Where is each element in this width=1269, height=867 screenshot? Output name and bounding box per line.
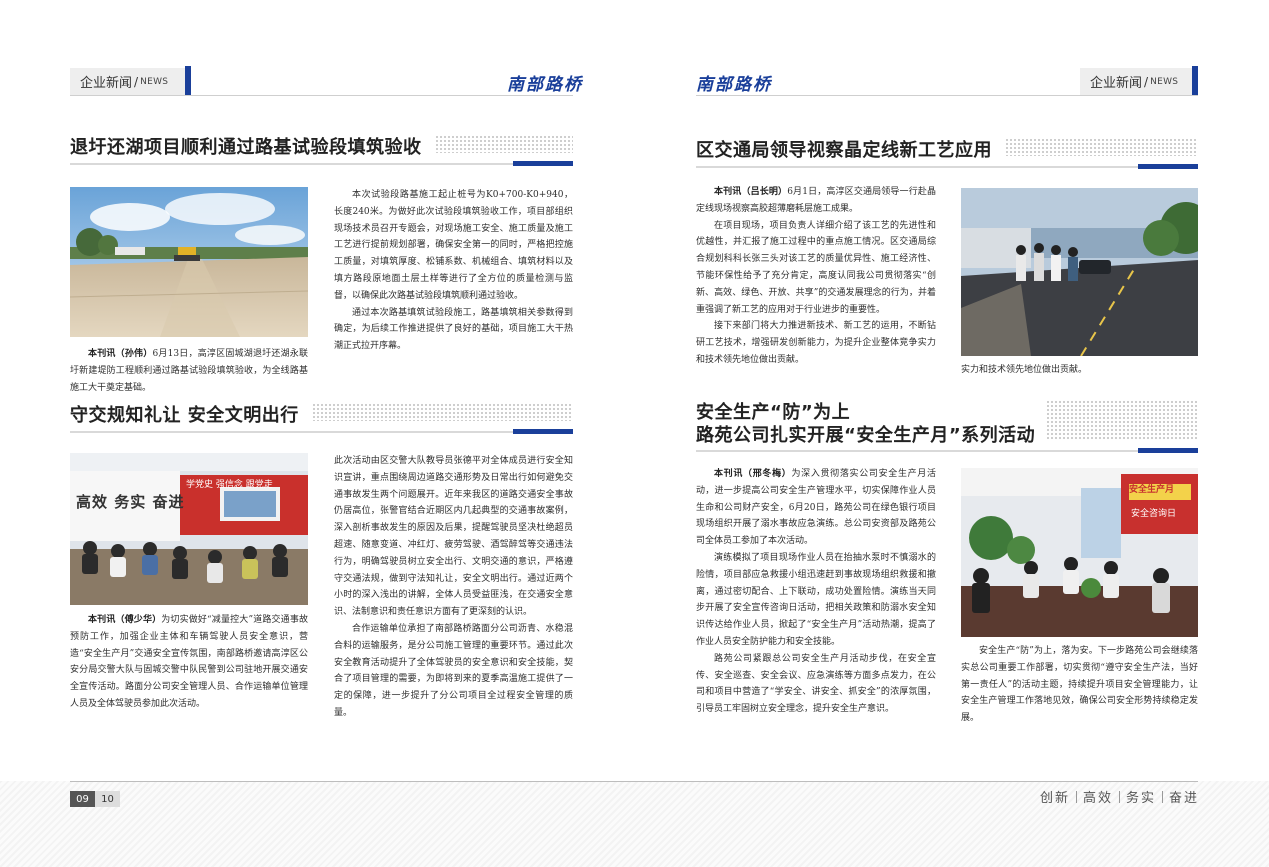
page-number-right: 10: [95, 791, 120, 807]
title-rule: [70, 431, 513, 433]
article-title: 守交规知礼让 安全文明出行: [70, 405, 299, 426]
paragraph: 本次试验段路基施工起止桩号为K0+700-K0+940，长度240米。为做好此次…: [334, 190, 573, 301]
byline: 本刊讯（邢冬梅）: [714, 469, 792, 479]
paragraph: 接下来部门将大力推进新技术、新工艺的运用，不断钻研工艺技术，增强研发创新能力，为…: [696, 321, 936, 365]
article-closing-paragraph: 安全生产“防”为上，落为安。下一步路苑公司会继续落实总公司重要工作部署，切实贯彻…: [961, 643, 1198, 727]
title-dots: [1046, 400, 1198, 440]
title-rule-accent: [1138, 448, 1198, 453]
brand-logo: 南部路桥: [507, 75, 583, 95]
event-banner-text: 安全生产月: [1129, 485, 1175, 495]
meeting-room-photo: 高效 务实 奋进 学党史 强信念 跟党走: [70, 453, 308, 605]
safety-consultation-photo: 安全生产月 安全咨询日: [961, 468, 1198, 637]
footer-rule: [70, 781, 1198, 782]
paragraph: 安全生产“防”为上，落为安。下一步路苑公司会继续落实总公司重要工作部署，切实贯彻…: [961, 646, 1198, 724]
article-lead-paragraph: 本刊讯（傅少华）为切实做好“减量控大”道路交通事故预防工作，加强企业主体和车辆驾…: [70, 615, 308, 709]
section-label-en: NEWS: [1150, 76, 1179, 87]
tab-accent: [1192, 66, 1198, 95]
header-rule: [696, 95, 1198, 96]
article-title-line2: 路苑公司扎实开展“安全生产月”系列活动: [696, 425, 1036, 446]
section-tab: 企业新闻 / NEWS: [1080, 68, 1192, 95]
title-rule: [696, 450, 1138, 452]
wall-slogan-text: 学党史 强信念 跟党走: [186, 480, 273, 490]
article-title: 退圩还湖项目顺利通过路基试验段填筑验收: [70, 137, 422, 158]
article-body-column: 本刊讯（吕长明）6月1日，高淳区交通局领导一行赴晶定线现场视察高胶超薄磨耗层施工…: [696, 184, 936, 369]
article-body-column: 本刊讯（邢冬梅）为深入贯彻落实公司安全生产月活动，进一步提高公司安全生产管理水平…: [696, 466, 936, 718]
wall-banner-text: 高效 务实 奋进: [76, 493, 185, 511]
section-tab: 企业新闻 / NEWS: [70, 68, 185, 95]
paragraph: 合作运输单位承担了南部路桥路面分公司沥青、水稳混合料的运输服务，是分公司施工管理…: [334, 623, 573, 718]
page-number-left: 09: [70, 791, 95, 807]
byline: 本刊讯（傅少华）: [88, 615, 162, 625]
paragraph: 路苑公司紧跟总公司安全生产月活动步伐，在安全宣传、安全巡查、安全会议、应急演练等…: [696, 653, 936, 715]
byline: 本刊讯（吕长明）: [714, 187, 788, 197]
title-rule-accent: [1138, 164, 1198, 169]
right-page: 南部路桥 企业新闻 / NEWS 区交通局领导视察晶定线新工艺应用 本刊讯（吕长…: [634, 0, 1269, 867]
paragraph: 通过本次路基填筑试验段施工，路基填筑相关参数得到确定，为后续工作推进提供了良好的…: [334, 307, 573, 352]
title-dots: [435, 135, 573, 153]
title-dots: [1005, 138, 1198, 156]
left-page: 企业新闻 / NEWS 南部路桥 退圩还湖项目顺利通过路基试验段填筑验收 本刊讯…: [0, 0, 634, 867]
road-inspection-photo: [961, 188, 1198, 356]
slogan-word: 务实: [1125, 791, 1156, 806]
slogan-word: 创新: [1039, 791, 1070, 806]
section-label-zh: 企业新闻: [80, 76, 133, 91]
slogan-word: 高效: [1082, 791, 1113, 806]
header-rule: [70, 95, 573, 96]
title-rule-accent: [513, 429, 573, 434]
title-rule-accent: [513, 161, 573, 166]
byline: 本刊讯（孙伟）: [88, 349, 153, 359]
paragraph: 此次活动由区交警大队教导员张德平对全体成员进行安全知识宣讲，重点围绕周边道路交通…: [334, 456, 573, 618]
paragraph: 演练模拟了项目现场作业人员在抬抽水泵时不慎溺水的险情，项目部应急救援小组迅速赶到…: [696, 552, 936, 647]
road-construction-photo: [70, 187, 308, 337]
footer-slogan: 创新 高效 务实 奋进: [1040, 787, 1199, 806]
paragraph: 在项目现场，项目负责人详细介绍了该工艺的先进性和优越性，并汇报了施工过程中的重点…: [696, 220, 936, 315]
article-lead-paragraph: 本刊讯（孙伟）6月13日，高淳区固城湖退圩还湖永联圩新建堤防工程顺利通过路基试验…: [70, 349, 308, 393]
brand-logo: 南部路桥: [696, 75, 772, 95]
photo-caption-continued: 实力和技术领先地位做出贡献。: [961, 365, 1088, 375]
tab-accent: [185, 66, 191, 95]
article-body-column: 此次活动由区交警大队教导员张德平对全体成员进行安全知识宣讲，重点围绕周边道路交通…: [334, 453, 573, 722]
event-board-text: 安全咨询日: [1131, 509, 1177, 519]
article-title: 区交通局领导视察晶定线新工艺应用: [696, 140, 992, 161]
title-rule: [696, 166, 1138, 168]
title-rule: [70, 163, 513, 165]
section-label-zh: 企业新闻: [1090, 76, 1143, 91]
title-dots: [312, 403, 573, 421]
slogan-word: 奋进: [1168, 791, 1199, 806]
section-label-en: NEWS: [140, 76, 169, 87]
article-body-column: 本次试验段路基施工起止桩号为K0+700-K0+940，长度240米。为做好此次…: [334, 187, 573, 355]
